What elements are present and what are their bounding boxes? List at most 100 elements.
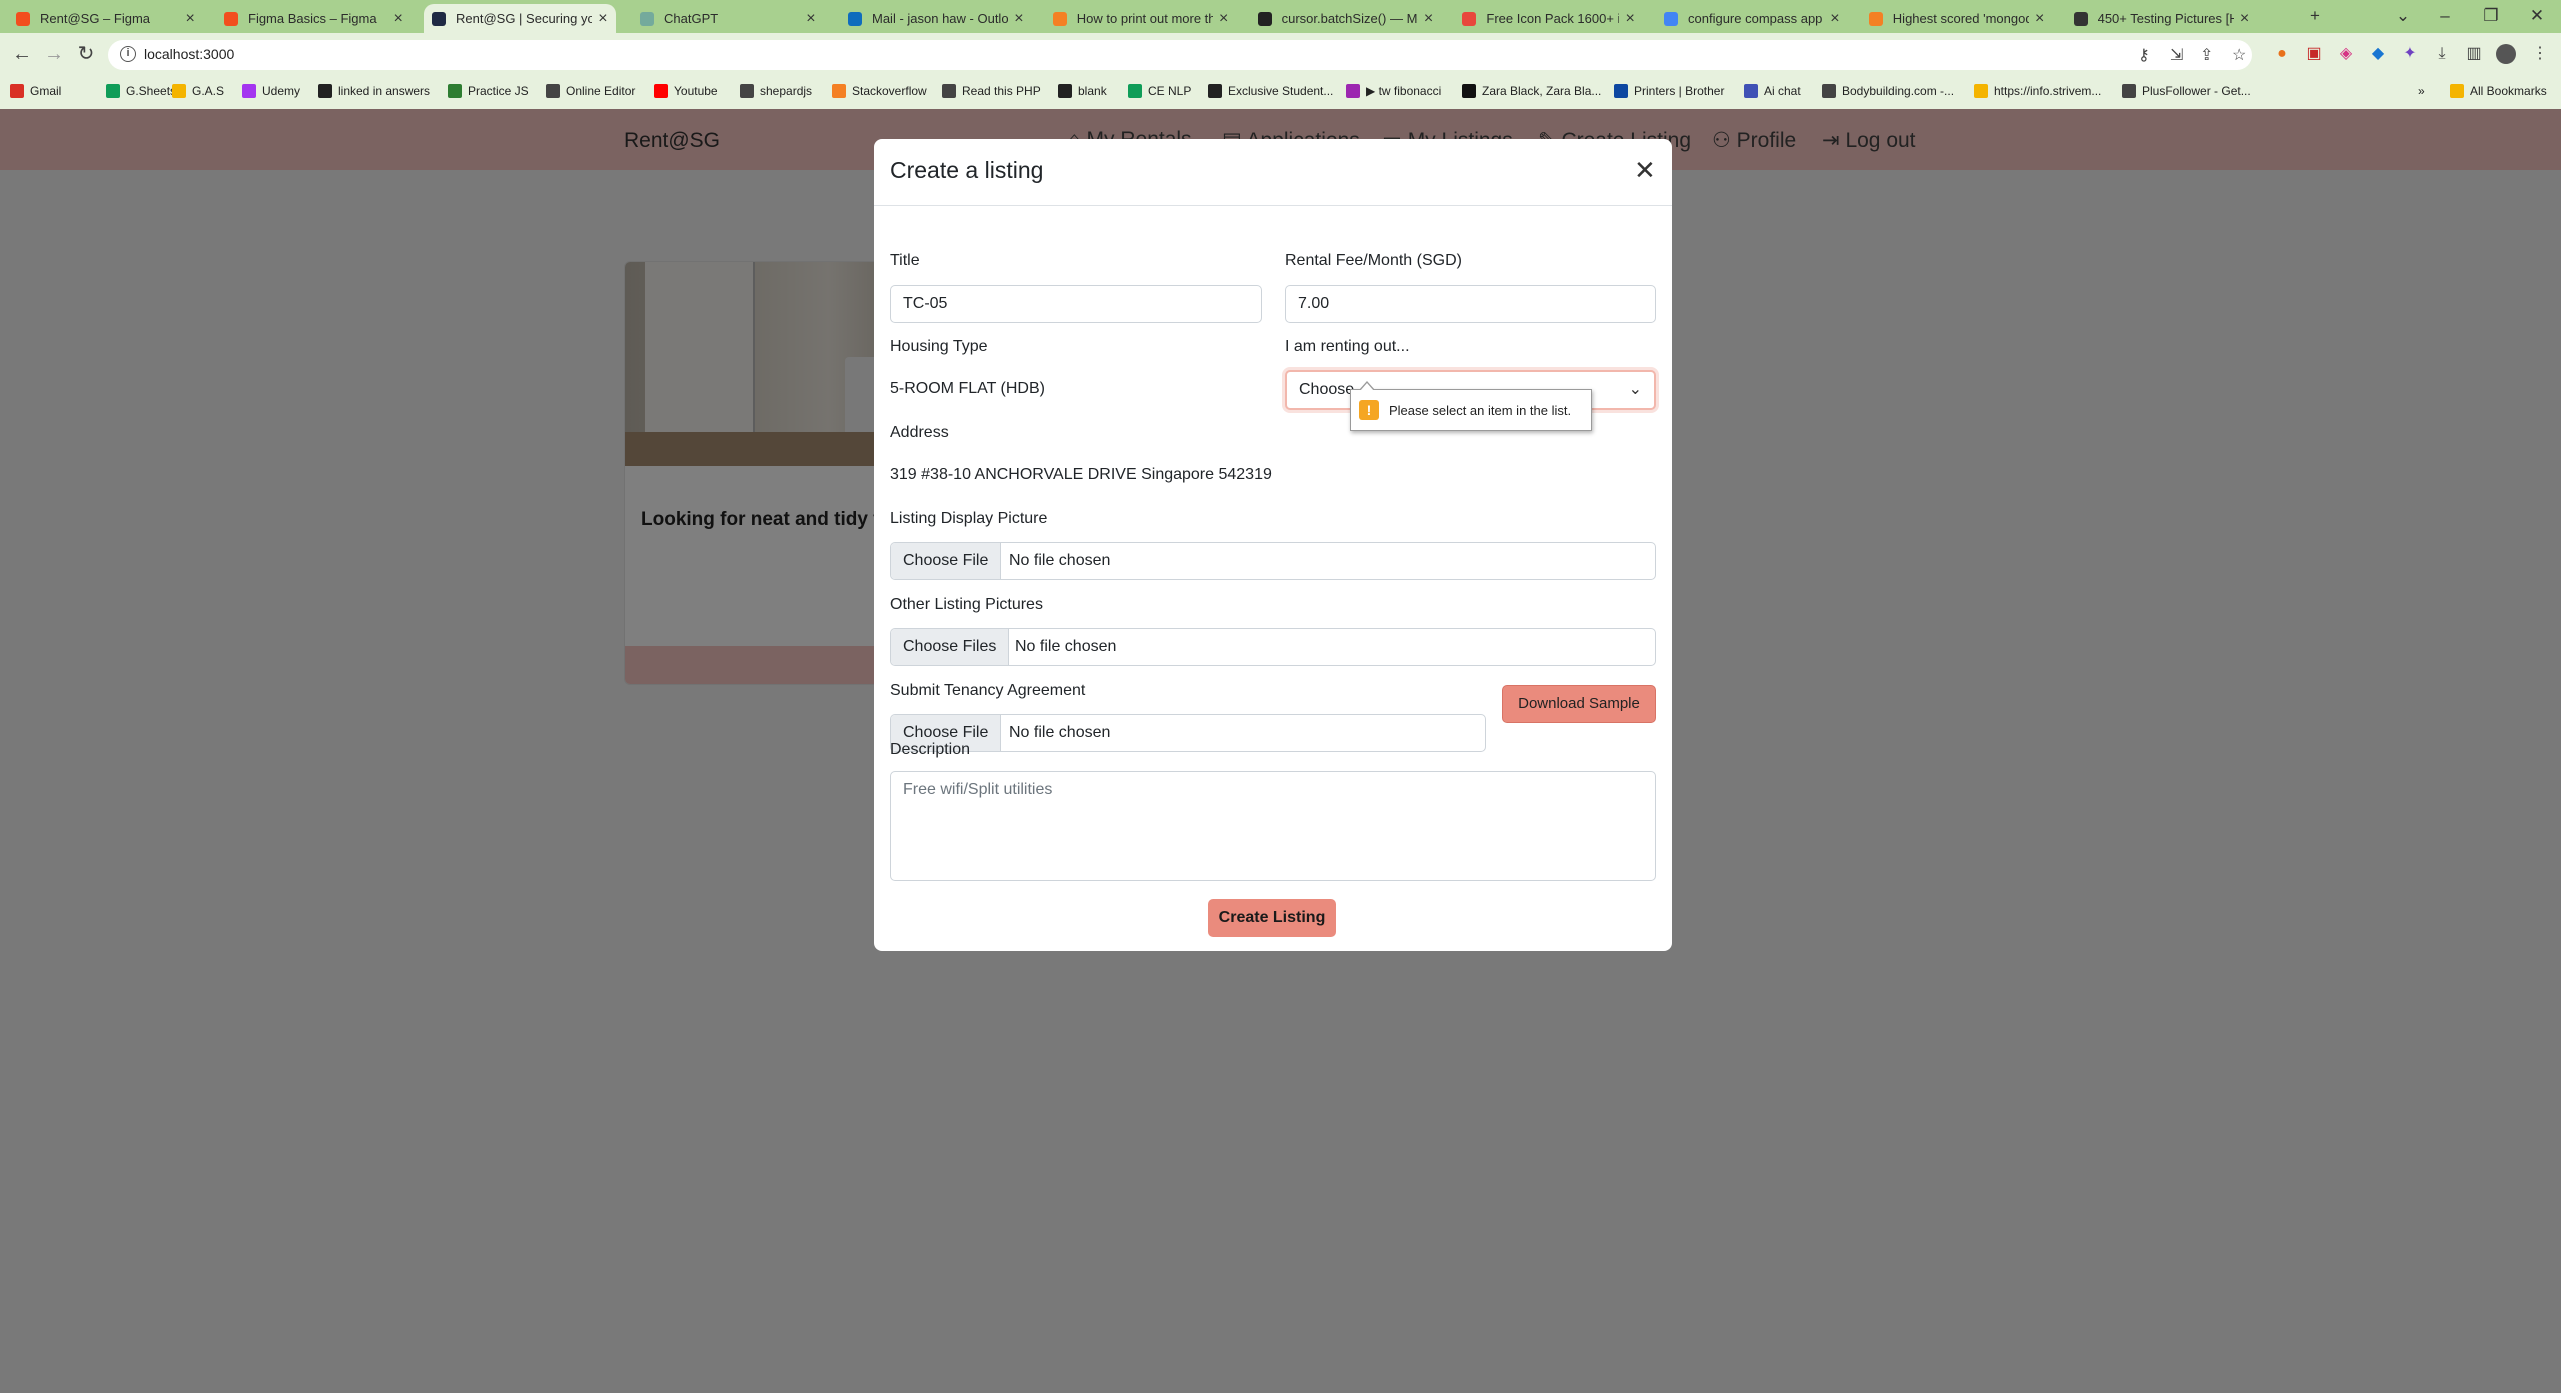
extension-red-icon[interactable]: ▣ (2302, 42, 2326, 66)
bookmark-label: Gmail (30, 84, 62, 98)
browser-tab-label: Highest scored 'mongodb (1892, 11, 2030, 26)
chevron-down-icon: ⌄ (1628, 381, 1642, 398)
bookmark-label: CE NLP (1148, 84, 1192, 98)
back-arrow-icon[interactable]: ← (8, 40, 36, 68)
tab-favicon-icon (1462, 11, 1477, 26)
tab-close-icon[interactable]: × (393, 10, 402, 28)
forward-arrow-icon[interactable]: → (40, 40, 68, 68)
browser-tab-label: configure compass app to (1688, 11, 1825, 26)
bookmark-item[interactable]: PlusFollower - Get... (2122, 84, 2251, 98)
reload-icon[interactable]: ↻ (72, 40, 100, 68)
bookmark-item[interactable]: Udemy (242, 84, 300, 98)
display-picture-choose-button[interactable]: Choose File (891, 543, 1002, 579)
browser-tab[interactable]: Mail - jason haw - Outlook × (840, 4, 1032, 33)
tenancy-agreement-choose-button[interactable]: Choose File (891, 715, 1002, 751)
bookmark-item[interactable]: Gmail (10, 84, 61, 98)
bookmark-item[interactable]: G.A.S (172, 84, 224, 98)
minimize-window-icon[interactable]: – (2430, 2, 2460, 30)
tab-close-icon[interactable]: × (806, 10, 815, 28)
tenancy-agreement-file-input[interactable]: Choose File No file chosen (890, 714, 1486, 752)
install-app-icon[interactable]: ⇲ (2170, 45, 2183, 65)
download-sample-button[interactable]: Download Sample (1502, 685, 1656, 723)
tab-close-icon[interactable]: × (185, 10, 194, 28)
bookmark-item[interactable]: Printers | Brother (1614, 84, 1724, 98)
browser-tab[interactable]: Rent@SG – Figma × (8, 4, 203, 33)
bookmark-item[interactable]: ▶ tw fibonacci (1346, 84, 1441, 98)
page-content: Rent@SG ⌂ My Rentals ▤ Applications ▭ My… (0, 109, 2561, 1393)
bookmark-label: Stackoverflow (852, 84, 927, 98)
profile-avatar-icon[interactable] (2494, 42, 2518, 66)
download-icon[interactable]: ⤓ (2430, 42, 2454, 66)
tab-search-chevron-icon[interactable]: ⌄ (2388, 2, 2418, 30)
extension-orange-icon[interactable]: ● (2270, 42, 2294, 66)
browser-tab[interactable]: ChatGPT × (632, 4, 824, 33)
tenancy-agreement-label: Submit Tenancy Agreement (890, 682, 1086, 699)
browser-tab[interactable]: Highest scored 'mongodb × (1861, 4, 2053, 33)
new-tab-button[interactable]: + (2300, 2, 2330, 30)
browser-tab[interactable]: configure compass app to × (1656, 4, 1848, 33)
bookmark-item[interactable]: shepardjs (740, 84, 812, 98)
tab-close-icon[interactable]: × (2240, 10, 2249, 28)
close-window-icon[interactable]: ✕ (2522, 2, 2552, 30)
address-bar-url[interactable]: localhost:3000 (144, 46, 234, 62)
tab-close-icon[interactable]: × (1424, 10, 1433, 28)
browser-tab-label: Free Icon Pack 1600+ icon (1486, 11, 1619, 26)
tab-close-icon[interactable]: × (1219, 10, 1228, 28)
bookmark-item[interactable]: Practice JS (448, 84, 529, 98)
bookmark-favicon-icon (1462, 84, 1476, 98)
bookmark-item[interactable]: Youtube (654, 84, 718, 98)
bookmark-item[interactable]: linked in answers (318, 84, 430, 98)
title-input[interactable]: TC-05 (890, 285, 1262, 323)
bookmark-favicon-icon (1614, 84, 1628, 98)
other-pictures-status: No file chosen (1015, 638, 1117, 655)
tab-close-icon[interactable]: × (1014, 10, 1023, 28)
bookmark-label: Ai chat (1764, 84, 1801, 98)
address-bar[interactable]: i localhost:3000 (108, 40, 2252, 70)
display-picture-file-input[interactable]: Choose File No file chosen (890, 542, 1656, 580)
bookmark-item[interactable]: Stackoverflow (832, 84, 927, 98)
bookmark-item[interactable]: G.Sheets (106, 84, 176, 98)
browser-tab[interactable]: How to print out more tha × (1045, 4, 1237, 33)
share-icon[interactable]: ⇪ (2200, 45, 2213, 65)
browser-tab[interactable]: 450+ Testing Pictures [HD × (2066, 4, 2258, 33)
restore-window-icon[interactable]: ❐ (2476, 2, 2506, 30)
tab-favicon-icon (848, 11, 862, 26)
bookmark-item[interactable]: Zara Black, Zara Bla... (1462, 84, 1601, 98)
bookmark-favicon-icon (242, 84, 256, 98)
browser-tab[interactable]: Free Icon Pack 1600+ icon × (1454, 4, 1642, 33)
browser-tab[interactable]: Rent@SG | Securing your p × (424, 4, 616, 33)
bookmark-label: https://info.strivem... (1994, 84, 2102, 98)
bookmark-item[interactable]: CE NLP (1128, 84, 1191, 98)
bookmark-item[interactable]: Ai chat (1744, 84, 1801, 98)
tab-close-icon[interactable]: × (2035, 10, 2044, 28)
browser-tab-label: Mail - jason haw - Outlook (872, 11, 1009, 26)
tab-close-icon[interactable]: × (1830, 10, 1839, 28)
browser-menu-icon[interactable]: ⋮ (2528, 42, 2552, 66)
bookmark-item[interactable]: Read this PHP (942, 84, 1041, 98)
extension-pink-icon[interactable]: ◈ (2334, 42, 2358, 66)
extension-blue-icon[interactable]: ◆ (2366, 42, 2390, 66)
bookmark-item[interactable]: https://info.strivem... (1974, 84, 2101, 98)
tab-close-icon[interactable]: × (1625, 10, 1634, 28)
side-panel-icon[interactable]: ▥ (2462, 42, 2486, 66)
bookmark-item[interactable]: Exclusive Student... (1208, 84, 1333, 98)
housing-type-value: 5-ROOM FLAT (HDB) (890, 380, 1045, 397)
bookmark-item[interactable]: Bodybuilding.com -... (1822, 84, 1954, 98)
bookmark-star-icon[interactable]: ☆ (2232, 45, 2246, 65)
extension-purple-icon[interactable]: ✦ (2398, 42, 2422, 66)
all-bookmarks-folder[interactable]: All Bookmarks (2450, 84, 2547, 98)
bookmark-item[interactable]: Online Editor (546, 84, 635, 98)
tab-favicon-icon (640, 11, 654, 26)
password-key-icon[interactable]: ⚷ (2138, 45, 2150, 65)
browser-tab[interactable]: Figma Basics – Figma × (216, 4, 411, 33)
renting-out-select[interactable]: Choose... ⌄ (1285, 370, 1656, 410)
site-info-icon[interactable]: i (120, 46, 136, 62)
rent-input[interactable]: 7.00 (1285, 285, 1656, 323)
other-pictures-choose-button[interactable]: Choose Files (891, 629, 1010, 665)
other-pictures-file-input[interactable]: Choose Files No file chosen (890, 628, 1656, 666)
bookmarks-overflow-icon[interactable]: » (2418, 84, 2425, 98)
tab-close-icon[interactable]: × (598, 10, 607, 28)
bookmark-item[interactable]: blank (1058, 84, 1107, 98)
create-listing-button[interactable]: Create Listing (1208, 899, 1336, 937)
browser-tab[interactable]: cursor.batchSize() — Mon × (1250, 4, 1442, 33)
